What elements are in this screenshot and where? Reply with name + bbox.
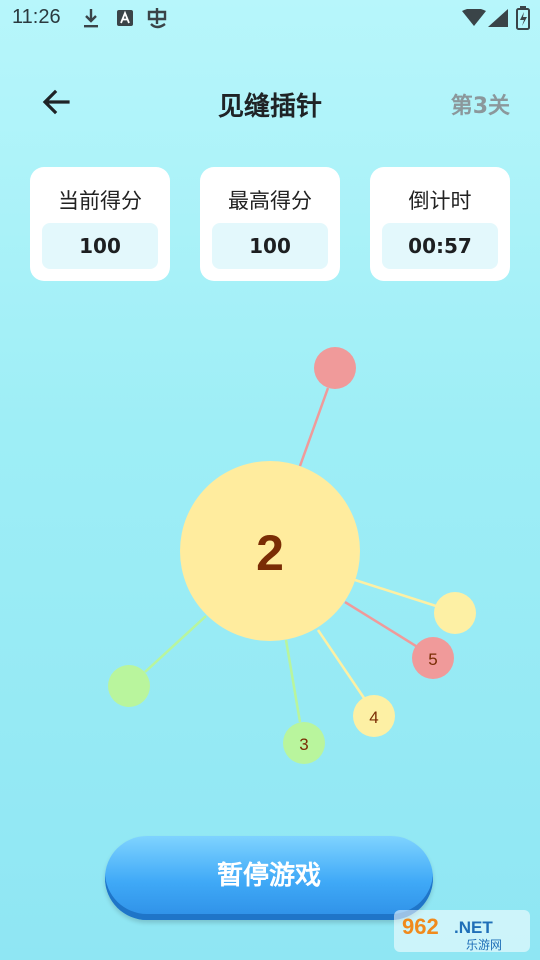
game-board[interactable]: 2 5 4 3 [0, 0, 540, 960]
svg-text:乐游网: 乐游网 [466, 938, 502, 952]
pin-line [354, 578, 437, 608]
pin-ball [434, 592, 476, 634]
site-watermark-logo: 962 .NET 乐游网 [394, 908, 532, 954]
pin-ball [314, 347, 356, 389]
pin-ball [108, 665, 150, 707]
hub-count: 2 [256, 525, 284, 581]
svg-text:.NET: .NET [454, 918, 493, 937]
pin-label: 3 [299, 735, 308, 754]
pause-game-label: 暂停游戏 [216, 861, 321, 891]
pin-label: 5 [428, 650, 437, 669]
pause-game-button[interactable]: 暂停游戏 [105, 836, 433, 920]
pin-line [316, 629, 366, 699]
pin-line [298, 387, 330, 467]
pin-line [144, 615, 207, 673]
svg-text:962: 962 [402, 914, 439, 939]
pin-label: 4 [369, 708, 378, 727]
pin-line [284, 639, 302, 723]
pin-line [344, 600, 417, 648]
